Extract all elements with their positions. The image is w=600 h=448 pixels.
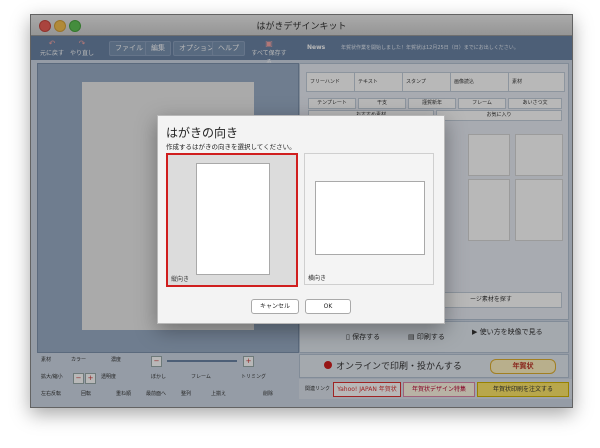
orientation-dialog: はがきの向き 作成するはがきの向きを選択してください。 縦向き 横向き キャンセ… [157,115,445,324]
landscape-card-preview [315,181,425,255]
portrait-card-preview [196,163,270,275]
dialog-subtitle: 作成するはがきの向きを選択してください。 [166,143,296,151]
landscape-label: 横向き [308,275,327,282]
ok-button[interactable]: OK [305,299,351,314]
portrait-label: 縦向き [171,276,190,283]
landscape-option[interactable]: 横向き [304,153,434,285]
dialog-title: はがきの向き [166,126,239,140]
cancel-button[interactable]: キャンセル [251,299,299,314]
portrait-option[interactable]: 縦向き [166,153,298,287]
